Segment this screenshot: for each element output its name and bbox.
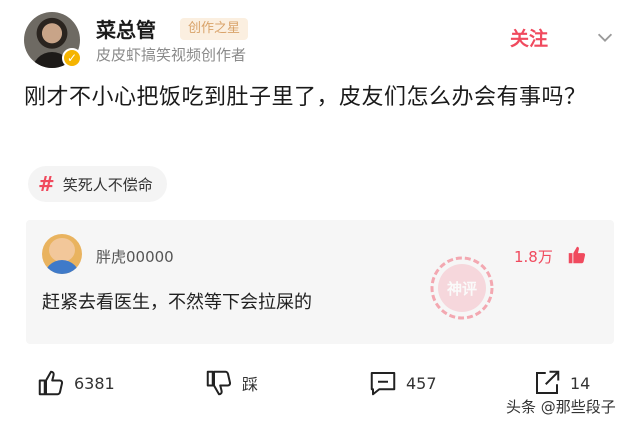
avatar-body xyxy=(44,260,80,274)
watermark: 头条 @那些段子 xyxy=(506,398,616,416)
comment-icon xyxy=(370,372,396,396)
thumbs-up-icon[interactable] xyxy=(566,244,588,266)
commenter-avatar[interactable] xyxy=(42,234,82,274)
hashtag-icon: # xyxy=(38,172,55,196)
topic-tag[interactable]: # 笑死人不偿命 xyxy=(28,166,167,202)
avatar-face xyxy=(49,238,75,262)
like-button[interactable]: 6381 xyxy=(36,368,115,398)
topic-label: 笑死人不偿命 xyxy=(62,175,153,194)
comment-count: 457 xyxy=(406,373,437,393)
author-name[interactable]: 菜总管 xyxy=(96,14,156,43)
comment-button[interactable]: 457 xyxy=(368,368,437,398)
chevron-down-icon[interactable] xyxy=(594,26,616,48)
creator-badge: 创作之星 xyxy=(180,18,249,40)
top-comment-stamp-icon: 神评 xyxy=(430,256,494,320)
share-button[interactable]: 14 xyxy=(532,368,590,398)
thumbs-up-icon xyxy=(38,370,64,396)
post-text: 刚才不小心把饭吃到肚子里了，皮友们怎么办会有事吗？ xyxy=(24,85,587,110)
comment-like-count: 1.8万 xyxy=(514,248,553,266)
share-count: 14 xyxy=(570,373,591,393)
share-icon xyxy=(536,370,560,394)
author-subtitle: 皮皮虾搞笑视频创作者 xyxy=(96,46,247,64)
commenter-name[interactable]: 胖虎00000 xyxy=(96,246,174,267)
stamp-text: 神评 xyxy=(447,280,477,298)
top-comment-card[interactable]: 胖虎00000 神评 1.8万 赶紧去看医生，不然等下会拉屎的 xyxy=(26,220,614,344)
thumbs-down-icon xyxy=(206,370,232,396)
dislike-label: 踩 xyxy=(242,375,259,394)
follow-button[interactable]: 关注 xyxy=(510,24,548,51)
post-header: ✓ 菜总管 创作之星 皮皮虾搞笑视频创作者 关注 xyxy=(24,10,624,70)
dislike-button[interactable]: 踩 xyxy=(204,368,258,398)
verified-icon: ✓ xyxy=(62,48,82,68)
comment-text: 赶紧去看医生，不然等下会拉屎的 xyxy=(42,292,312,313)
like-count: 6381 xyxy=(74,373,115,393)
